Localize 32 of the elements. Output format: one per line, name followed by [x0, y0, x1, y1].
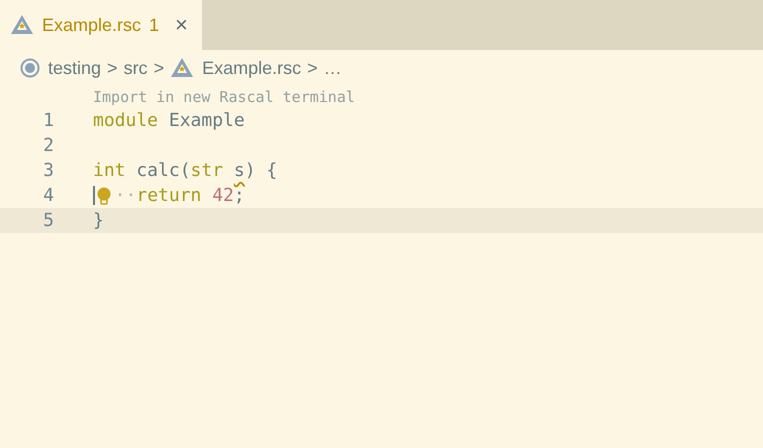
line-number: 1 [42, 109, 54, 133]
chevron: > [107, 56, 118, 80]
code-token: ·· [114, 184, 136, 208]
code-token: return [136, 184, 202, 208]
code-token: { [266, 159, 278, 183]
code-token: int [93, 159, 126, 183]
code-token: ; [234, 184, 245, 208]
chevron: > [154, 56, 164, 80]
code-token: } [93, 209, 104, 233]
triangle-icon [10, 14, 34, 36]
lightbulb-icon[interactable] [96, 186, 111, 204]
chevron: > [307, 56, 318, 80]
line-number: 4 [42, 184, 54, 208]
breadcrumb-item[interactable]: testing [20, 54, 102, 82]
code-token: str [190, 159, 224, 183]
breadcrumb-item[interactable]: Example.rsc [170, 54, 302, 82]
line-number: 3 [42, 159, 54, 183]
code-token: 42 [212, 184, 234, 208]
editor-tab[interactable]: Example.rsc 1 × [0, 0, 202, 50]
close-icon[interactable]: × [175, 14, 188, 36]
code-token: calc( [136, 159, 191, 183]
line-number: 5 [42, 209, 54, 233]
line-number: 2 [42, 134, 54, 158]
target-icon [20, 58, 40, 78]
code-token: module [93, 109, 158, 133]
breadcrumb-item[interactable]: … [324, 54, 342, 82]
codelens-link[interactable]: Import in new Rascal terminal [93, 88, 355, 106]
code-token: Example [168, 109, 245, 133]
code-token: ) [244, 159, 256, 183]
code-token: s [234, 159, 245, 183]
breadcrumb-item[interactable]: src [124, 54, 148, 82]
triangle-icon [170, 57, 194, 79]
